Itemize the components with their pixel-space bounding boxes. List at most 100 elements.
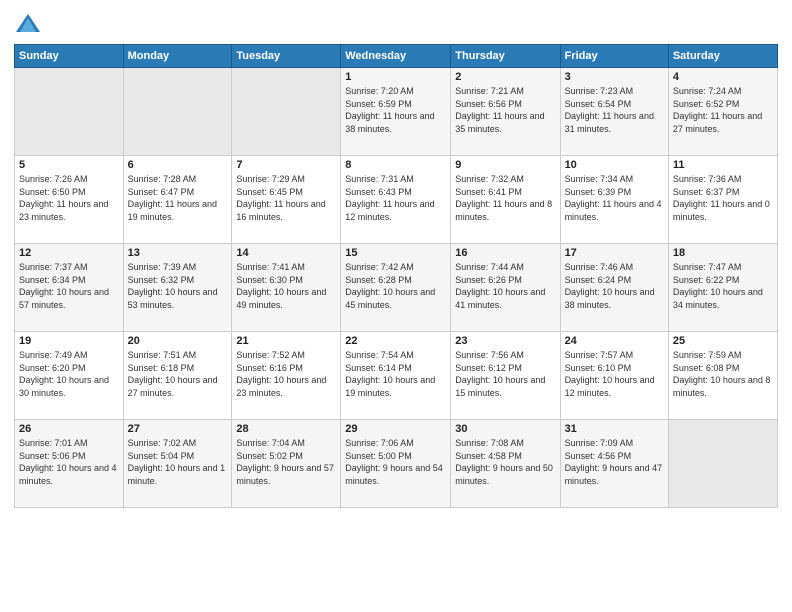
day-number: 25 — [673, 335, 773, 347]
day-info: Sunrise: 7:06 AM Sunset: 5:00 PM Dayligh… — [345, 437, 446, 487]
day-info: Sunrise: 7:41 AM Sunset: 6:30 PM Dayligh… — [236, 261, 336, 311]
calendar-cell: 31Sunrise: 7:09 AM Sunset: 4:56 PM Dayli… — [560, 420, 668, 508]
calendar: SundayMondayTuesdayWednesdayThursdayFrid… — [14, 44, 778, 508]
calendar-cell: 19Sunrise: 7:49 AM Sunset: 6:20 PM Dayli… — [15, 332, 124, 420]
calendar-cell: 1 Sunrise: 7:20 AM Sunset: 6:59 PM Daylig… — [341, 68, 451, 156]
day-number: 16 — [455, 247, 555, 259]
day-info: Sunrise: 7:28 AM Sunset: 6:47 PM Dayligh… — [128, 173, 228, 223]
calendar-cell: 22 Sunrise: 7:54 AM Sunset: 6:14 PM Dayli… — [341, 332, 451, 420]
calendar-cell: 9 Sunrise: 7:32 AM Sunset: 6:41 PM Daylig… — [451, 156, 560, 244]
day-info: Sunrise: 7:59 AM Sunset: 6:08 PM Dayligh… — [673, 349, 773, 399]
calendar-cell: 20 Sunrise: 7:51 AM Sunset: 6:18 PM Dayli… — [123, 332, 232, 420]
calendar-cell: 24 Sunrise: 7:57 AM Sunset: 6:10 PM Dayli… — [560, 332, 668, 420]
column-header-thursday: Thursday — [451, 45, 560, 68]
column-header-tuesday: Tuesday — [232, 45, 341, 68]
day-number: 8 — [345, 159, 446, 171]
day-info: Sunrise: 7:31 AM Sunset: 6:43 PM Dayligh… — [345, 173, 446, 223]
day-info: Sunrise: 7:49 AM Sunset: 6:20 PM Dayligh… — [19, 349, 119, 399]
calendar-cell: 10Sunrise: 7:34 AM Sunset: 6:39 PM Dayli… — [560, 156, 668, 244]
day-info: Sunrise: 7:46 AM Sunset: 6:24 PM Dayligh… — [565, 261, 664, 311]
calendar-week-5: 26 Sunrise: 7:01 AM Sunset: 5:06 PM Dayli… — [15, 420, 778, 508]
day-info: Sunrise: 7:21 AM Sunset: 6:56 PM Dayligh… — [455, 85, 555, 135]
day-number: 6 — [128, 159, 228, 171]
calendar-cell: 11 Sunrise: 7:36 AM Sunset: 6:37 PM Dayli… — [668, 156, 777, 244]
day-info: Sunrise: 7:20 AM Sunset: 6:59 PM Dayligh… — [345, 85, 446, 135]
calendar-cell — [123, 68, 232, 156]
column-header-wednesday: Wednesday — [341, 45, 451, 68]
column-header-sunday: Sunday — [15, 45, 124, 68]
day-number: 18 — [673, 247, 773, 259]
day-number: 13 — [128, 247, 228, 259]
calendar-cell — [668, 420, 777, 508]
calendar-cell: 3 Sunrise: 7:23 AM Sunset: 6:54 PM Daylig… — [560, 68, 668, 156]
day-number: 9 — [455, 159, 555, 171]
calendar-cell — [232, 68, 341, 156]
day-info: Sunrise: 7:54 AM Sunset: 6:14 PM Dayligh… — [345, 349, 446, 399]
logo-icon — [14, 10, 42, 38]
calendar-cell: 14Sunrise: 7:41 AM Sunset: 6:30 PM Dayli… — [232, 244, 341, 332]
day-number: 12 — [19, 247, 119, 259]
day-number: 27 — [128, 423, 228, 435]
calendar-cell: 26 Sunrise: 7:01 AM Sunset: 5:06 PM Dayli… — [15, 420, 124, 508]
calendar-week-4: 19Sunrise: 7:49 AM Sunset: 6:20 PM Dayli… — [15, 332, 778, 420]
column-header-friday: Friday — [560, 45, 668, 68]
calendar-cell: 5 Sunrise: 7:26 AM Sunset: 6:50 PM Daylig… — [15, 156, 124, 244]
day-number: 30 — [455, 423, 555, 435]
day-info: Sunrise: 7:57 AM Sunset: 6:10 PM Dayligh… — [565, 349, 664, 399]
calendar-cell: 16Sunrise: 7:44 AM Sunset: 6:26 PM Dayli… — [451, 244, 560, 332]
day-number: 7 — [236, 159, 336, 171]
day-info: Sunrise: 7:08 AM Sunset: 4:58 PM Dayligh… — [455, 437, 555, 487]
calendar-cell — [15, 68, 124, 156]
day-number: 22 — [345, 335, 446, 347]
day-info: Sunrise: 7:04 AM Sunset: 5:02 PM Dayligh… — [236, 437, 336, 487]
calendar-cell: 21 Sunrise: 7:52 AM Sunset: 6:16 PM Dayli… — [232, 332, 341, 420]
page: SundayMondayTuesdayWednesdayThursdayFrid… — [0, 0, 792, 612]
day-number: 26 — [19, 423, 119, 435]
day-number: 11 — [673, 159, 773, 171]
day-number: 20 — [128, 335, 228, 347]
calendar-cell: 18 Sunrise: 7:47 AM Sunset: 6:22 PM Dayli… — [668, 244, 777, 332]
day-number: 5 — [19, 159, 119, 171]
calendar-header-row: SundayMondayTuesdayWednesdayThursdayFrid… — [15, 45, 778, 68]
calendar-cell: 27Sunrise: 7:02 AM Sunset: 5:04 PM Dayli… — [123, 420, 232, 508]
day-info: Sunrise: 7:24 AM Sunset: 6:52 PM Dayligh… — [673, 85, 773, 135]
day-info: Sunrise: 7:56 AM Sunset: 6:12 PM Dayligh… — [455, 349, 555, 399]
day-info: Sunrise: 7:36 AM Sunset: 6:37 PM Dayligh… — [673, 173, 773, 223]
calendar-cell: 28 Sunrise: 7:04 AM Sunset: 5:02 PM Dayli… — [232, 420, 341, 508]
day-number: 29 — [345, 423, 446, 435]
day-number: 24 — [565, 335, 664, 347]
calendar-cell: 6 Sunrise: 7:28 AM Sunset: 6:47 PM Daylig… — [123, 156, 232, 244]
day-number: 28 — [236, 423, 336, 435]
day-info: Sunrise: 7:29 AM Sunset: 6:45 PM Dayligh… — [236, 173, 336, 223]
calendar-cell: 4 Sunrise: 7:24 AM Sunset: 6:52 PM Daylig… — [668, 68, 777, 156]
day-number: 1 — [345, 71, 446, 83]
day-number: 23 — [455, 335, 555, 347]
calendar-week-2: 5 Sunrise: 7:26 AM Sunset: 6:50 PM Daylig… — [15, 156, 778, 244]
logo — [14, 10, 46, 38]
calendar-cell: 29 Sunrise: 7:06 AM Sunset: 5:00 PM Dayli… — [341, 420, 451, 508]
day-info: Sunrise: 7:09 AM Sunset: 4:56 PM Dayligh… — [565, 437, 664, 487]
day-number: 21 — [236, 335, 336, 347]
calendar-cell: 2 Sunrise: 7:21 AM Sunset: 6:56 PM Daylig… — [451, 68, 560, 156]
calendar-cell: 25 Sunrise: 7:59 AM Sunset: 6:08 PM Dayli… — [668, 332, 777, 420]
day-info: Sunrise: 7:32 AM Sunset: 6:41 PM Dayligh… — [455, 173, 555, 223]
day-info: Sunrise: 7:01 AM Sunset: 5:06 PM Dayligh… — [19, 437, 119, 487]
day-info: Sunrise: 7:51 AM Sunset: 6:18 PM Dayligh… — [128, 349, 228, 399]
calendar-cell: 30 Sunrise: 7:08 AM Sunset: 4:58 PM Dayli… — [451, 420, 560, 508]
calendar-week-1: 1 Sunrise: 7:20 AM Sunset: 6:59 PM Daylig… — [15, 68, 778, 156]
day-info: Sunrise: 7:23 AM Sunset: 6:54 PM Dayligh… — [565, 85, 664, 135]
day-number: 4 — [673, 71, 773, 83]
day-info: Sunrise: 7:52 AM Sunset: 6:16 PM Dayligh… — [236, 349, 336, 399]
calendar-week-3: 12Sunrise: 7:37 AM Sunset: 6:34 PM Dayli… — [15, 244, 778, 332]
calendar-cell: 23 Sunrise: 7:56 AM Sunset: 6:12 PM Dayli… — [451, 332, 560, 420]
calendar-cell: 13 Sunrise: 7:39 AM Sunset: 6:32 PM Dayli… — [123, 244, 232, 332]
day-info: Sunrise: 7:47 AM Sunset: 6:22 PM Dayligh… — [673, 261, 773, 311]
day-info: Sunrise: 7:39 AM Sunset: 6:32 PM Dayligh… — [128, 261, 228, 311]
day-number: 3 — [565, 71, 664, 83]
day-info: Sunrise: 7:26 AM Sunset: 6:50 PM Dayligh… — [19, 173, 119, 223]
calendar-cell: 8 Sunrise: 7:31 AM Sunset: 6:43 PM Daylig… — [341, 156, 451, 244]
calendar-cell: 12Sunrise: 7:37 AM Sunset: 6:34 PM Dayli… — [15, 244, 124, 332]
day-number: 2 — [455, 71, 555, 83]
day-number: 17 — [565, 247, 664, 259]
day-info: Sunrise: 7:42 AM Sunset: 6:28 PM Dayligh… — [345, 261, 446, 311]
